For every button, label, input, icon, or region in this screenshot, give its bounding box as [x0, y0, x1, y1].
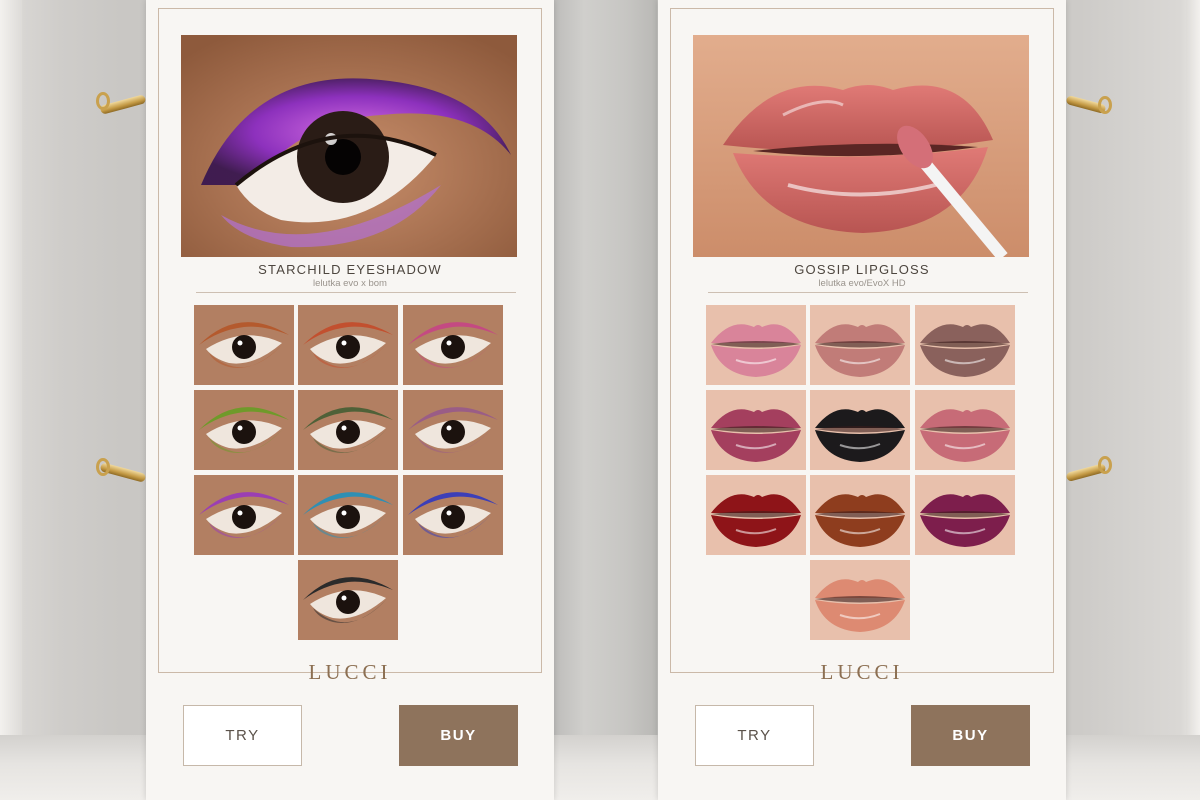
- eyeshadow-subtitle: lelutka evo x bom: [313, 278, 387, 289]
- right-peg-bottom-cap: [1098, 456, 1112, 474]
- lipgloss-swatch-5[interactable]: [810, 390, 910, 470]
- eyeshadow-swatch-5[interactable]: [298, 390, 398, 470]
- eyeshadow-brand-logo: LUCCI: [308, 660, 392, 684]
- eyeshadow-swatch-9[interactable]: [403, 475, 503, 555]
- eyeshadow-swatch-2[interactable]: [298, 305, 398, 385]
- eyeshadow-swatch-8[interactable]: [298, 475, 398, 555]
- lipgloss-swatch-8[interactable]: [810, 475, 910, 555]
- lipgloss-swatch-9[interactable]: [915, 475, 1015, 555]
- lipgloss-subtitle: lelutka evo/EvoX HD: [818, 278, 906, 289]
- lipgloss-swatch-2[interactable]: [810, 305, 910, 385]
- eyeshadow-hero-image: [181, 35, 517, 257]
- right-peg-top-cap: [1098, 96, 1112, 114]
- lipgloss-swatch-7[interactable]: [706, 475, 806, 555]
- lipgloss-brand-logo: LUCCI: [820, 660, 904, 684]
- eyeshadow-try-button[interactable]: TRY: [183, 705, 302, 766]
- lipgloss-divider: [708, 292, 1028, 293]
- lipgloss-hero-image: [693, 35, 1029, 257]
- eyeshadow-title: STARCHILD EYESHADOW: [258, 262, 442, 277]
- eyeshadow-swatch-3[interactable]: [403, 305, 503, 385]
- lipgloss-swatch-6[interactable]: [915, 390, 1015, 470]
- lipgloss-buy-button[interactable]: BUY: [911, 705, 1030, 766]
- wall-edge-right: [1186, 0, 1200, 800]
- center-wall: [553, 0, 657, 800]
- lipgloss-swatch-1[interactable]: [706, 305, 806, 385]
- lipgloss-swatch-10[interactable]: [810, 560, 910, 640]
- eyeshadow-swatch-1[interactable]: [194, 305, 294, 385]
- lipgloss-panel: GOSSIP LIPGLOSS lelutka evo/EvoX HD LUCC…: [658, 0, 1066, 800]
- eyeshadow-panel: STARCHILD EYESHADOW lelutka evo x bom LU…: [146, 0, 554, 800]
- lipgloss-swatch-3[interactable]: [915, 305, 1015, 385]
- eyeshadow-swatch-10[interactable]: [298, 560, 398, 640]
- left-peg-top-cap: [96, 92, 110, 110]
- lipgloss-title: GOSSIP LIPGLOSS: [794, 262, 930, 277]
- left-peg-bottom-cap: [96, 458, 110, 476]
- eyeshadow-swatch-7[interactable]: [194, 475, 294, 555]
- eyeshadow-swatch-6[interactable]: [403, 390, 503, 470]
- lipgloss-swatch-4[interactable]: [706, 390, 806, 470]
- wall-edge-left: [0, 0, 22, 800]
- eyeshadow-divider: [196, 292, 516, 293]
- eyeshadow-swatch-4[interactable]: [194, 390, 294, 470]
- lipgloss-try-button[interactable]: TRY: [695, 705, 814, 766]
- eyeshadow-buy-button[interactable]: BUY: [399, 705, 518, 766]
